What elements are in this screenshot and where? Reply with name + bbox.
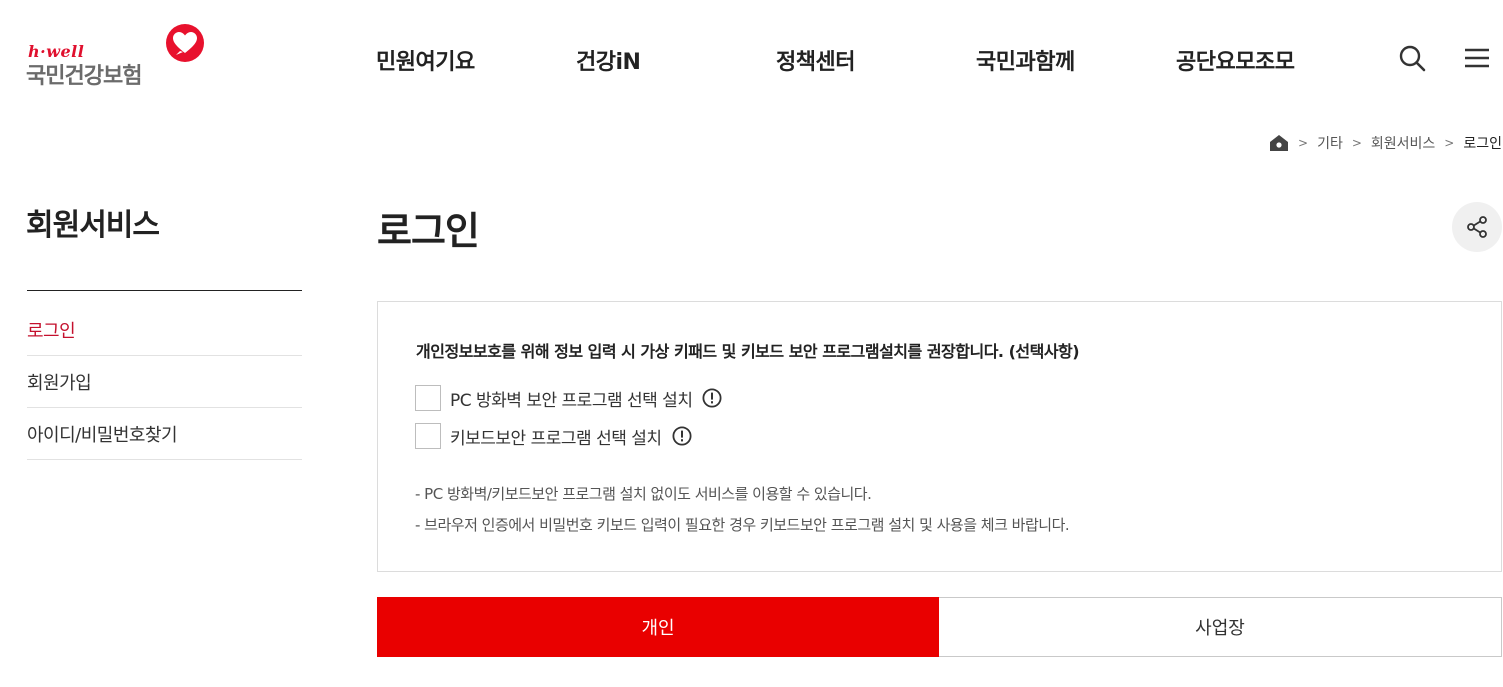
share-icon <box>1465 215 1489 239</box>
breadcrumb-item-etc[interactable]: 기타 <box>1317 133 1343 153</box>
home-icon[interactable] <box>1269 134 1289 152</box>
side-nav: 로그인 회원가입 아이디/비밀번호찾기 <box>27 304 302 460</box>
breadcrumb-item-member[interactable]: 회원서비스 <box>1371 133 1435 153</box>
info-icon[interactable] <box>702 388 722 408</box>
firewall-checkbox[interactable] <box>415 385 441 411</box>
side-nav-item-signup[interactable]: 회원가입 <box>27 356 302 408</box>
chevron-right-icon: > <box>1351 136 1362 150</box>
keyboard-security-checkbox[interactable] <box>415 423 441 449</box>
tab-personal[interactable]: 개인 <box>377 597 939 657</box>
gnb-item-health-in[interactable]: 건강iN <box>576 44 641 76</box>
heart-logo-icon <box>166 24 204 62</box>
search-icon[interactable] <box>1397 43 1427 73</box>
chevron-right-icon: > <box>1444 136 1455 150</box>
breadcrumb: > 기타 > 회원서비스 > 로그인 <box>1269 132 1502 154</box>
notice-note: - 브라우저 인증에서 비밀번호 키보드 입력이 필요한 경우 키보드보안 프로… <box>415 516 1070 534</box>
keyboard-security-label[interactable]: 키보드보안 프로그램 선택 설치 <box>450 424 662 449</box>
divider <box>27 290 302 291</box>
gnb-item-about[interactable]: 공단요모조모 <box>1176 44 1295 76</box>
site-logo[interactable]: h·well 국민건강보험 <box>26 22 206 89</box>
tab-business[interactable]: 사업장 <box>939 597 1502 657</box>
info-icon[interactable] <box>672 426 692 446</box>
option-keyboard-security: 키보드보안 프로그램 선택 설치 <box>415 423 692 449</box>
notice-note: - PC 방화벽/키보드보안 프로그램 설치 없이도 서비스를 이용할 수 있습… <box>415 485 872 503</box>
side-nav-item-find-account[interactable]: 아이디/비밀번호찾기 <box>27 408 302 460</box>
share-button[interactable] <box>1452 202 1502 252</box>
side-nav-item-login[interactable]: 로그인 <box>27 304 302 356</box>
gnb-item-policy[interactable]: 정책센터 <box>776 44 855 76</box>
breadcrumb-item-current: 로그인 <box>1463 136 1502 152</box>
page-title: 로그인 <box>377 209 480 253</box>
gnb-item-civil[interactable]: 민원여기요 <box>376 44 475 76</box>
option-firewall: PC 방화벽 보안 프로그램 선택 설치 <box>415 385 722 411</box>
section-title: 회원서비스 <box>26 208 160 243</box>
gnb-item-with-people[interactable]: 국민과함께 <box>976 44 1075 76</box>
notice-heading: 개인정보보호를 위해 정보 입력 시 가상 키패드 및 키보드 보안 프로그램설… <box>416 342 1080 361</box>
chevron-right-icon: > <box>1298 136 1309 150</box>
firewall-label[interactable]: PC 방화벽 보안 프로그램 선택 설치 <box>450 386 693 411</box>
security-notice-box: 개인정보보호를 위해 정보 입력 시 가상 키패드 및 키보드 보안 프로그램설… <box>377 301 1502 572</box>
login-type-tabs: 개인 사업장 <box>377 597 1502 657</box>
hamburger-menu-icon[interactable] <box>1462 43 1492 73</box>
logo-name: 국민건강보험 <box>26 64 142 89</box>
